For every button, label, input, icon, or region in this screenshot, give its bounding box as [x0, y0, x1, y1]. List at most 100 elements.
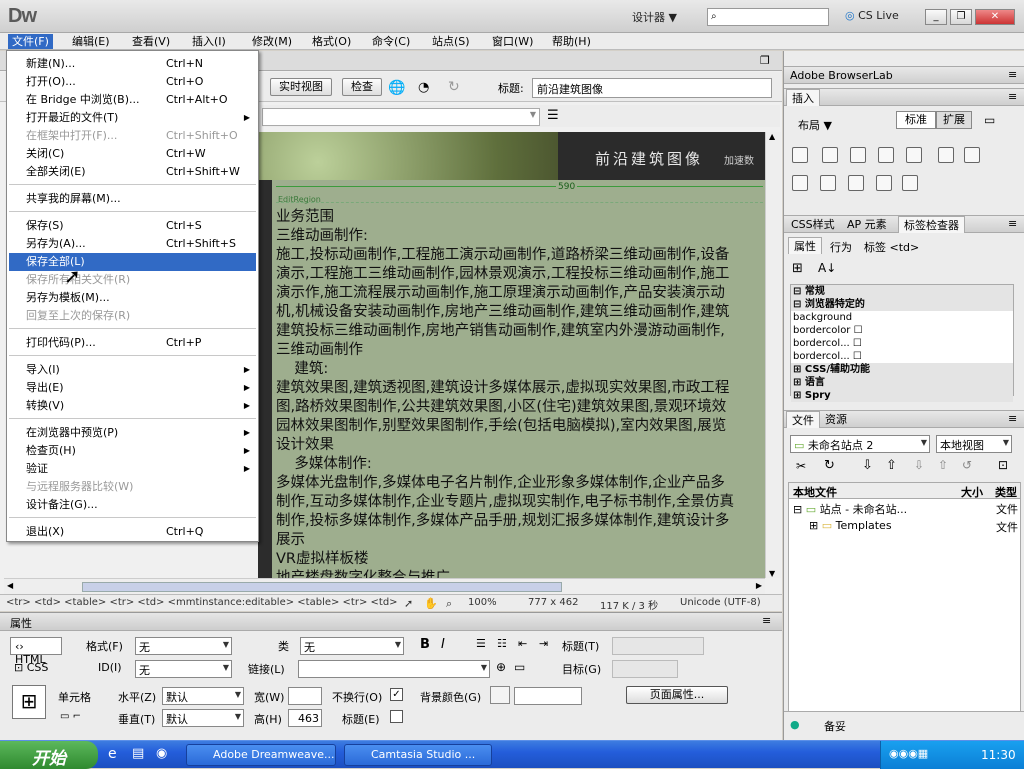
menu-file[interactable]: 文件(F): [8, 34, 53, 49]
tag-selector[interactable]: <tr> <td> <table> <tr> <td> <mmtinstance…: [6, 597, 398, 608]
templates-folder-row[interactable]: ⊞ ▭ Templates 文件: [809, 519, 1018, 535]
file-menu-item[interactable]: 验证 ▶: [9, 460, 256, 478]
sync-icon[interactable]: ↺: [962, 458, 972, 472]
insert-left-icon[interactable]: [820, 175, 836, 191]
tab-files[interactable]: 文件: [786, 411, 820, 428]
restore-button[interactable]: ❐: [950, 9, 972, 25]
hand-tool-icon[interactable]: ✋: [424, 597, 438, 610]
link-input[interactable]: [298, 660, 490, 678]
table-icon[interactable]: [938, 147, 954, 163]
css-mode-button[interactable]: ⊡ CSS: [14, 661, 48, 674]
column-size[interactable]: 大小: [961, 484, 983, 500]
minimize-button[interactable]: _: [925, 9, 947, 25]
halign-select[interactable]: 默认: [162, 687, 244, 705]
search-input[interactable]: ⌕: [707, 8, 829, 26]
cs-live-button[interactable]: ◎ CS Live: [845, 9, 899, 22]
nowrap-checkbox[interactable]: ✓: [390, 688, 403, 701]
workspace-switcher[interactable]: 设计器 ▼: [632, 9, 677, 25]
prop-group[interactable]: ⊟ 浏览器特定的: [791, 298, 1013, 311]
point-to-file-icon[interactable]: ⊕: [496, 660, 506, 674]
file-menu-item[interactable]: 全部关闭(E) Ctrl+Shift+W: [9, 163, 256, 181]
file-menu-item[interactable]: 打开(O)... Ctrl+O: [9, 73, 256, 91]
file-menu-item[interactable]: 另存为模板(M)...: [9, 289, 256, 307]
spry-accordion-icon[interactable]: [906, 147, 922, 163]
unordered-list-icon[interactable]: ☰: [476, 637, 486, 650]
file-menu-item[interactable]: 导出(E) ▶: [9, 379, 256, 397]
task-camtasia[interactable]: Camtasia Studio ...: [344, 744, 492, 766]
menu-format[interactable]: 格式(O): [308, 34, 355, 49]
tab-assets[interactable]: 资源: [820, 411, 852, 428]
file-menu-item[interactable]: 在浏览器中预览(P) ▶: [9, 424, 256, 442]
tab-attributes[interactable]: 属性: [788, 237, 822, 254]
prop-group[interactable]: ⊞ CSS/辅助功能: [791, 363, 1013, 376]
inspect-button[interactable]: 检查: [342, 78, 382, 96]
bg-color-swatch[interactable]: [490, 686, 510, 704]
file-menu-item[interactable]: 共享我的屏幕(M)...: [9, 190, 256, 208]
header-checkbox[interactable]: [390, 710, 403, 723]
panel-menu-icon[interactable]: ≡: [762, 614, 771, 627]
get-files-icon[interactable]: ⇩: [862, 458, 873, 473]
tab-tag-inspector[interactable]: 标签检查器: [898, 216, 965, 233]
horizontal-scroll-thumb[interactable]: [82, 582, 562, 592]
file-menu-item[interactable]: 保存所有相关文件(R): [9, 271, 256, 289]
browse-folder-icon[interactable]: ▭: [514, 660, 525, 674]
spry-menu-icon[interactable]: [850, 147, 866, 163]
prop-group[interactable]: ⊞ Spry: [791, 389, 1013, 402]
frames-icon[interactable]: [902, 175, 918, 191]
format-select[interactable]: 无: [135, 637, 232, 655]
insert-right-icon[interactable]: [848, 175, 864, 191]
tray-icons[interactable]: ◉◉◉▦: [889, 747, 928, 760]
list-options-icon[interactable]: ☰: [547, 108, 559, 123]
site-select[interactable]: ▭ 未命名站点 2: [790, 435, 930, 453]
file-menu-item[interactable]: 在框架中打开(F)... Ctrl+Shift+O: [9, 127, 256, 145]
class-select[interactable]: 无: [300, 637, 404, 655]
view-options-icon[interactable]: ◔: [418, 80, 429, 95]
menu-commands[interactable]: 命令(C): [368, 34, 414, 49]
menu-insert[interactable]: 插入(I): [188, 34, 230, 49]
tab-insert[interactable]: 插入: [786, 89, 820, 106]
menu-window[interactable]: 窗口(W): [488, 34, 537, 49]
panel-menu-icon[interactable]: ≡: [1008, 217, 1017, 230]
ap-div-icon[interactable]: [822, 147, 838, 163]
html-mode-button[interactable]: ‹› HTML: [10, 637, 62, 666]
file-menu-item[interactable]: 打印代码(P)... Ctrl+P: [9, 334, 256, 352]
bg-color-input[interactable]: [514, 687, 582, 705]
file-menu-item[interactable]: 保存(S) Ctrl+S: [9, 217, 256, 235]
page-properties-button[interactable]: 页面属性...: [626, 686, 728, 704]
menu-help[interactable]: 帮助(H): [548, 34, 595, 49]
prop-row[interactable]: bordercol... ☐: [791, 350, 1013, 363]
view-select[interactable]: 本地视图: [936, 435, 1012, 453]
file-menu-item[interactable]: 回复至上次的保存(R): [9, 307, 256, 325]
outdent-icon[interactable]: ⇤: [518, 637, 527, 650]
start-button[interactable]: 开始: [0, 741, 98, 769]
expanded-button[interactable]: 扩展: [936, 111, 972, 129]
menu-modify[interactable]: 修改(M): [248, 34, 296, 49]
prop-row[interactable]: background: [791, 311, 1013, 324]
expand-icon[interactable]: ⊡: [998, 458, 1008, 472]
refresh-icon[interactable]: ↻: [448, 79, 460, 95]
tag-attributes-list[interactable]: ⊟ 常规 ⊟ 浏览器特定的 background bordercolor ☐ b…: [790, 284, 1014, 402]
file-menu-item[interactable]: 保存全部(L): [9, 253, 256, 271]
valign-select[interactable]: 默认: [162, 709, 244, 727]
category-view-icon[interactable]: ⊞: [792, 261, 803, 276]
file-menu-item[interactable]: 导入(I) ▶: [9, 361, 256, 379]
bold-button[interactable]: B: [420, 637, 430, 652]
file-menu-item[interactable]: 退出(X) Ctrl+Q: [9, 523, 256, 541]
vertical-scrollbar[interactable]: ▲ ▼: [765, 132, 781, 578]
file-menu-item[interactable]: 转换(V) ▶: [9, 397, 256, 415]
task-dreamweaver[interactable]: Adobe Dreamweave...: [186, 744, 336, 766]
file-menu-item[interactable]: 打开最近的文件(T) ▶: [9, 109, 256, 127]
file-menu-item[interactable]: 在 Bridge 中浏览(B)... Ctrl+Alt+O: [9, 91, 256, 109]
tab-behaviors[interactable]: 行为: [830, 239, 852, 255]
panel-menu-icon[interactable]: ≡: [1008, 90, 1017, 103]
restore-doc-icon[interactable]: ❐: [760, 54, 770, 67]
doc-title-input[interactable]: 前沿建筑图像: [532, 78, 772, 98]
spry-panels-icon[interactable]: [878, 147, 894, 163]
check-out-icon[interactable]: ⇩: [914, 458, 924, 472]
prop-group[interactable]: ⊟ 常规: [791, 285, 1013, 298]
file-menu-item[interactable]: 新建(N)... Ctrl+N: [9, 55, 256, 73]
insert-row-icon[interactable]: [964, 147, 980, 163]
insert-column-icon[interactable]: [792, 175, 808, 191]
layout-category[interactable]: 布局 ▼: [798, 117, 832, 133]
sort-az-icon[interactable]: A↓: [818, 261, 836, 275]
